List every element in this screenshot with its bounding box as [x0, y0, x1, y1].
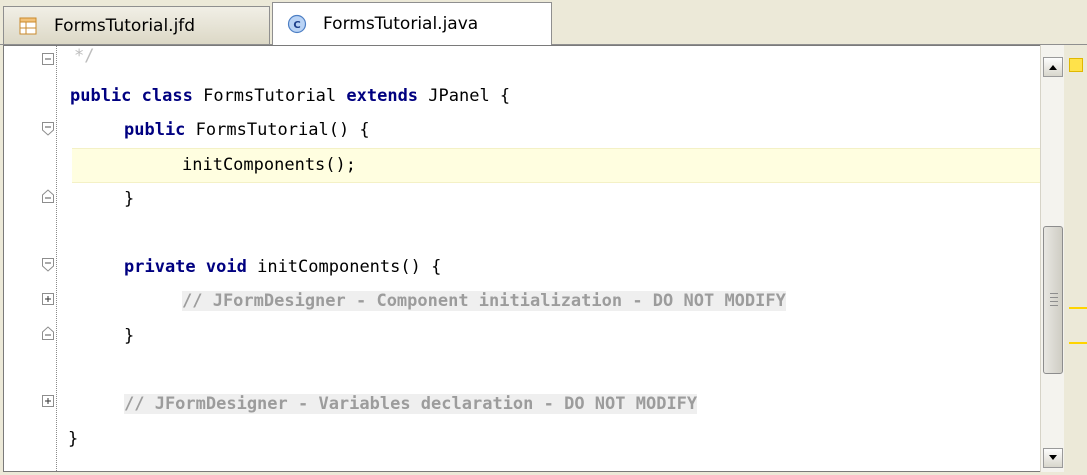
fold-expand-icon[interactable]	[41, 292, 55, 308]
comment-end: */	[74, 46, 95, 66]
scroll-thumb[interactable]	[1043, 226, 1063, 374]
vertical-scrollbar[interactable]	[1040, 45, 1064, 472]
error-stripe[interactable]	[1066, 45, 1087, 475]
fold-start-icon[interactable]	[41, 257, 55, 273]
closing-brace: }	[124, 189, 135, 209]
svg-text:C: C	[293, 20, 300, 31]
tab-label: FormsTutorial.jfd	[54, 15, 196, 36]
code-area[interactable]: */ public class FormsTutorial extends JP…	[66, 46, 1042, 471]
fold-end-icon[interactable]	[41, 188, 55, 204]
gutter-line	[56, 46, 57, 471]
code-editor[interactable]: */ public class FormsTutorial extends JP…	[3, 45, 1043, 472]
code-line: }	[124, 183, 134, 216]
arrow-down-icon	[1049, 455, 1057, 460]
code-line: // JFormDesigner - Component initializat…	[182, 285, 786, 318]
editor-tab-bar: FormsTutorial.jfd C FormsTutorial.java	[0, 0, 1087, 45]
closing-brace: }	[68, 429, 79, 449]
status-indicator-icon[interactable]	[1069, 58, 1083, 72]
code-line: initComponents();	[182, 149, 356, 182]
code-line: }	[124, 320, 134, 353]
code-line: public class FormsTutorial extends JPane…	[70, 86, 511, 106]
java-class-icon: C	[287, 14, 307, 34]
fold-start-icon[interactable]	[41, 121, 55, 137]
arrow-up-icon	[1049, 65, 1057, 70]
scroll-up-button[interactable]	[1043, 57, 1063, 77]
fold-end-icon[interactable]	[41, 325, 55, 341]
code-line: // JFormDesigner - Variables declaration…	[124, 388, 698, 421]
code-line: }	[68, 423, 78, 456]
scroll-down-button[interactable]	[1043, 448, 1063, 468]
warning-mark[interactable]	[1069, 307, 1087, 309]
folded-comment[interactable]: // JFormDesigner - Component initializat…	[182, 291, 786, 311]
tab-forms-tutorial-java[interactable]: C FormsTutorial.java	[272, 2, 552, 45]
code-line: private void initComponents() {	[124, 257, 442, 277]
form-file-icon	[18, 16, 38, 36]
code-line: */	[74, 46, 95, 73]
folded-comment[interactable]: // JFormDesigner - Variables declaration…	[124, 394, 698, 414]
closing-brace: }	[124, 326, 135, 346]
tab-forms-tutorial-jfd[interactable]: FormsTutorial.jfd	[3, 6, 270, 44]
code-line: public FormsTutorial() {	[124, 120, 370, 140]
fold-expand-icon[interactable]	[41, 394, 55, 410]
warning-mark[interactable]	[1069, 342, 1087, 344]
fold-gutter	[4, 46, 64, 471]
tab-label: FormsTutorial.java	[323, 14, 479, 34]
fold-close-icon[interactable]	[41, 52, 55, 68]
method-call: initComponents();	[182, 155, 356, 175]
